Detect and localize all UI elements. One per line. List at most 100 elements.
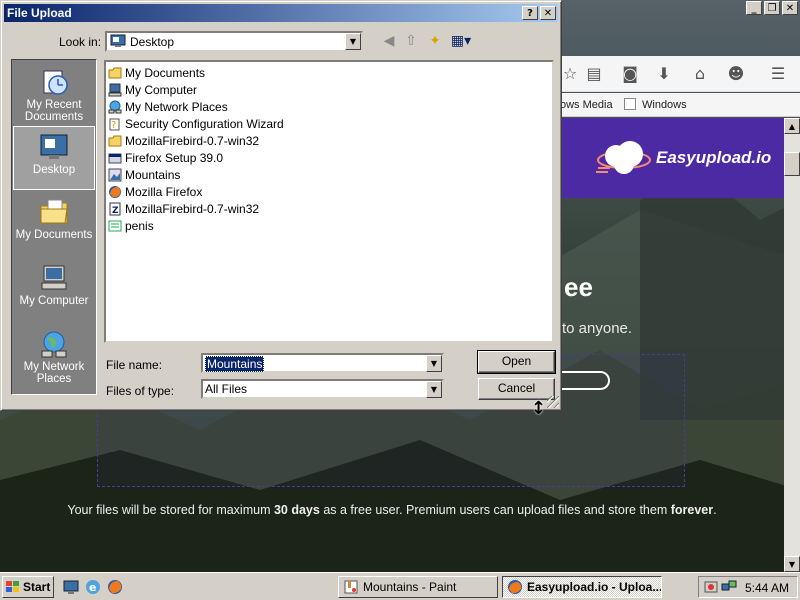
desktop-quicklaunch-icon[interactable] — [62, 578, 80, 596]
close-dialog-button[interactable]: ✕ — [540, 6, 556, 20]
files-of-type-dropdown[interactable]: All Files ▼ — [201, 379, 444, 399]
image-icon — [108, 168, 122, 181]
file-upload-dialog: File Upload ? ✕ Look in: Desktop ▼ ◀ ⇧ ✦… — [0, 0, 562, 411]
list-item[interactable]: Mozilla Firefox — [108, 183, 202, 200]
resize-grip[interactable] — [547, 396, 559, 408]
place-my-computer[interactable]: My Computer — [13, 258, 95, 322]
files-of-type-label: Files of type: — [106, 384, 175, 398]
browser-window-controls: _ ❐ ✕ — [744, 0, 800, 18]
place-label: My Documents — [15, 229, 93, 241]
task-mountains-paint[interactable]: Mountains - Paint — [338, 576, 498, 598]
file-list[interactable]: My Documents My Computer My Network Plac… — [104, 60, 554, 343]
list-item[interactable]: Mountains — [108, 166, 180, 183]
new-folder-icon[interactable]: ✦ — [425, 33, 445, 51]
smiley-icon[interactable]: ☻ — [726, 64, 746, 84]
restore-button[interactable]: ❐ — [764, 1, 780, 15]
browser-scrollbar[interactable]: ▲ ▼ — [784, 118, 800, 572]
download-icon[interactable]: ⬇ — [654, 64, 674, 84]
reading-list-icon[interactable]: ▤ — [584, 64, 604, 84]
place-network-places[interactable]: My Network Places — [13, 324, 95, 388]
file-name-label: File name: — [106, 358, 163, 372]
close-browser-button[interactable]: ✕ — [782, 1, 798, 15]
select-files-button[interactable] — [560, 371, 610, 390]
chevron-down-icon[interactable]: ▼ — [426, 355, 442, 372]
bookmark-windows[interactable]: Windows — [642, 99, 687, 111]
network-icon — [41, 331, 67, 358]
list-item[interactable]: MozillaFirebird-0.7-win32 — [108, 132, 259, 149]
list-item[interactable]: Firefox Setup 39.0 — [108, 149, 223, 166]
firefox-icon — [109, 185, 121, 198]
minimize-button[interactable]: _ — [746, 1, 762, 15]
chevron-down-icon[interactable]: ▼ — [345, 33, 361, 50]
taskbar: Start e Mountains - Paint Easyupload.io … — [0, 572, 800, 600]
windows-logo-icon — [6, 581, 19, 592]
computer-icon — [108, 83, 122, 96]
open-button[interactable]: Open — [477, 350, 556, 374]
start-button[interactable]: Start — [2, 576, 54, 598]
zip-icon: Z — [109, 202, 121, 216]
resize-cursor-icon: ↕ — [531, 398, 547, 419]
list-item[interactable]: penis — [108, 217, 154, 234]
back-icon[interactable]: ◀ — [379, 33, 399, 51]
pocket-icon[interactable]: ◙ — [620, 64, 640, 84]
hero-title-fragment: ee — [564, 272, 593, 302]
desktop-icon — [40, 134, 68, 159]
svg-text:e: e — [89, 581, 96, 594]
list-item[interactable]: My Network Places — [108, 98, 228, 115]
folder-icon — [108, 67, 122, 78]
clock[interactable]: 5:44 AM — [745, 581, 789, 595]
chevron-down-icon[interactable]: ▼ — [426, 381, 442, 398]
file-name-field[interactable]: Mountains ▼ — [201, 353, 444, 373]
look-in-label: Look in: — [59, 35, 102, 49]
recent-documents-icon — [43, 70, 68, 95]
bookmark-star-icon[interactable]: ☆ — [560, 64, 580, 84]
scroll-up-arrow-icon[interactable]: ▲ — [784, 118, 800, 134]
storage-note: Your files will be stored for maximum 30… — [67, 503, 717, 517]
internet-explorer-icon[interactable]: e — [84, 578, 102, 596]
shortcut-icon: ? — [109, 118, 120, 131]
list-item[interactable]: My Documents — [108, 64, 205, 81]
scroll-down-arrow-icon[interactable]: ▼ — [784, 556, 800, 572]
paint-icon — [344, 580, 358, 594]
dialog-title-bar[interactable]: File Upload ? ✕ — [4, 4, 558, 22]
site-logo-text[interactable]: Easyupload.io — [656, 148, 771, 168]
list-item[interactable]: ? Security Configuration Wizard — [108, 115, 284, 132]
security-tray-icon[interactable] — [703, 579, 719, 595]
place-label: My Computer — [19, 295, 89, 307]
place-recent-documents[interactable]: My Recent Documents — [13, 62, 95, 126]
up-folder-icon[interactable]: ⇧ — [401, 33, 421, 51]
network-icon — [108, 100, 122, 113]
list-item[interactable]: My Computer — [108, 81, 197, 98]
browser-toolbar: ☆ ▤ ◙ ⬇ ⌂ ☻ ☰ — [560, 56, 800, 92]
text-file-icon — [108, 220, 122, 231]
view-menu-icon[interactable]: ▦▾ — [449, 33, 473, 51]
task-easyupload-firefox[interactable]: Easyupload.io - Uploa... — [502, 576, 662, 598]
place-desktop[interactable]: Desktop — [13, 126, 95, 190]
folder-icon — [40, 199, 68, 224]
place-label: My Network Places — [23, 361, 85, 385]
look-in-value: Desktop — [130, 35, 175, 49]
file-name-value[interactable]: Mountains — [205, 356, 265, 372]
look-in-dropdown[interactable]: Desktop ▼ — [105, 31, 363, 52]
firefox-icon — [508, 580, 522, 594]
list-item[interactable]: Z MozillaFirebird-0.7-win32 — [108, 200, 259, 217]
place-my-documents[interactable]: My Documents — [13, 192, 95, 256]
files-of-type-value: All Files — [205, 382, 248, 396]
computer-icon — [41, 265, 67, 290]
folder-icon — [108, 135, 122, 146]
places-bar: My Recent Documents Desktop My Documents — [11, 59, 97, 395]
bookmark-windows-media[interactable]: ows Media — [560, 99, 613, 111]
home-icon[interactable]: ⌂ — [690, 64, 710, 84]
cloud-logo-icon — [596, 141, 651, 174]
scrollbar-thumb[interactable] — [784, 152, 800, 176]
hero-subtitle-fragment: to anyone. — [562, 320, 633, 337]
place-label: My Recent Documents — [24, 99, 84, 123]
place-label: Desktop — [32, 164, 76, 176]
help-button[interactable]: ? — [522, 6, 538, 20]
firefox-quicklaunch-icon[interactable] — [106, 578, 124, 596]
site-header: Easyupload.io — [560, 118, 784, 198]
menu-icon[interactable]: ☰ — [768, 64, 788, 84]
installer-icon — [108, 153, 122, 163]
cancel-button[interactable]: Cancel — [478, 378, 555, 400]
network-tray-icon[interactable] — [721, 579, 737, 595]
